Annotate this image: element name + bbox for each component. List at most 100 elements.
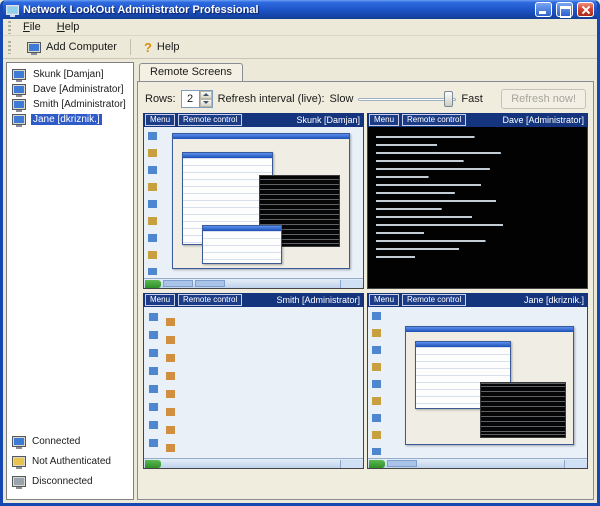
status-icon-screen [14, 438, 24, 445]
mini-window-body [203, 231, 282, 262]
screen-computer-name: Smith [Administrator] [276, 295, 362, 305]
screen-menu-button[interactable]: Menu [369, 294, 399, 306]
slow-label: Slow [330, 93, 354, 105]
screen-menu-button[interactable]: Menu [369, 114, 399, 126]
mini-desktop-icons [372, 312, 381, 455]
refresh-interval-label: Refresh interval (live): [218, 93, 325, 105]
toolbar-separator [130, 39, 131, 55]
computer-tree-panel: Skunk [Damjan] Dave [Administrator] Smit… [6, 62, 134, 500]
remote-screen-thumbnail[interactable] [143, 127, 364, 289]
tree-item-dave[interactable]: Dave [Administrator] [10, 82, 130, 97]
computer-icon-screen [14, 116, 24, 123]
legend-not-authenticated: Not Authenticated [12, 456, 128, 467]
screen-menu-button[interactable]: Menu [145, 114, 175, 126]
remote-control-button[interactable]: Remote control [402, 294, 466, 306]
app-icon [6, 5, 19, 15]
screen-computer-name: Skunk [Damjan] [296, 115, 362, 125]
remote-screen-smith: Menu Remote control Smith [Administrator… [143, 293, 364, 469]
tab-remote-screens[interactable]: Remote Screens [139, 63, 243, 81]
minimize-button[interactable] [535, 2, 552, 17]
mini-start-button [369, 460, 385, 468]
legend-connected: Connected [12, 436, 128, 447]
title-bar: Network LookOut Administrator Profession… [3, 0, 597, 19]
spinner-up-button[interactable] [200, 91, 212, 99]
tab-strip: Remote Screens [137, 62, 594, 81]
mini-window-body [406, 332, 573, 444]
rows-value: 2 [182, 91, 199, 107]
add-computer-button[interactable]: Add Computer [21, 39, 123, 55]
computer-icon-screen [14, 86, 24, 93]
maximize-button[interactable] [556, 2, 573, 17]
legend-label: Not Authenticated [32, 456, 111, 467]
disconnected-status-icon [12, 476, 26, 487]
remote-screen-thumbnail[interactable] [367, 127, 588, 289]
not-authenticated-status-icon [12, 456, 26, 467]
menu-bar: File Help [3, 19, 597, 36]
remote-screen-skunk: Menu Remote control Skunk [Damjan] [143, 113, 364, 289]
mini-start-button [145, 280, 161, 288]
help-icon: ? [144, 41, 152, 54]
mini-window-body [173, 139, 348, 267]
refresh-now-button[interactable]: Refresh now! [501, 89, 586, 109]
mini-taskbar [368, 458, 587, 468]
remote-control-button[interactable]: Remote control [178, 114, 242, 126]
refresh-interval-slider[interactable] [358, 90, 456, 108]
tree-item-jane[interactable]: Jane [dkriznik.] [10, 112, 130, 127]
remote-screen-thumbnail[interactable] [367, 307, 588, 469]
remote-screens-panel: Rows: 2 Refresh interval (live): Slow [137, 81, 594, 500]
rows-spinner[interactable]: 2 [181, 90, 213, 108]
status-legend: Connected Not Authenticated Disconnected [10, 436, 130, 495]
mini-taskbar [144, 458, 363, 468]
remote-screen-thumbnail[interactable] [143, 307, 364, 469]
remote-control-button[interactable]: Remote control [178, 294, 242, 306]
computer-icon-screen [14, 101, 24, 108]
mini-window [202, 225, 283, 263]
computer-icon [12, 114, 26, 125]
screen-header: Menu Remote control Dave [Administrator] [367, 113, 588, 127]
screens-grid: Menu Remote control Skunk [Damjan] [142, 112, 589, 470]
spinner-buttons [199, 91, 212, 107]
mini-desktop-icons [148, 132, 157, 275]
connected-status-icon [12, 436, 26, 447]
toolbar: Add Computer ? Help [3, 36, 597, 59]
controls-bar: Rows: 2 Refresh interval (live): Slow [142, 85, 589, 112]
screen-computer-name: Dave [Administrator] [502, 115, 586, 125]
screen-header: Menu Remote control Jane [dkriznik.] [367, 293, 588, 307]
computer-icon [12, 69, 26, 80]
computer-icon-screen [29, 44, 39, 51]
mini-window [405, 326, 574, 445]
menubar-grip-handle [8, 21, 11, 34]
main-panel: Remote Screens Rows: 2 Refresh interval … [137, 62, 594, 500]
close-button[interactable] [577, 2, 594, 17]
arrow-down-icon [203, 101, 209, 104]
rows-label: Rows: [145, 93, 176, 105]
tree-item-skunk[interactable]: Skunk [Damjan] [10, 67, 130, 82]
legend-label: Connected [32, 436, 80, 447]
mini-start-button [145, 460, 161, 468]
tree-item-smith[interactable]: Smith [Administrator] [10, 97, 130, 112]
menu-help[interactable]: Help [50, 20, 87, 34]
screen-menu-button[interactable]: Menu [145, 294, 175, 306]
mini-system-tray [340, 280, 362, 288]
remote-control-button[interactable]: Remote control [402, 114, 466, 126]
spinner-down-button[interactable] [200, 99, 212, 107]
mini-task-button [195, 280, 225, 287]
menu-file[interactable]: File [16, 20, 48, 34]
content-area: Skunk [Damjan] Dave [Administrator] Smit… [3, 59, 597, 503]
remote-screen-dave: Menu Remote control Dave [Administrator] [367, 113, 588, 289]
computer-icon [12, 99, 26, 110]
mini-task-button [387, 460, 417, 467]
slider-track [358, 98, 456, 101]
computer-name: Jane [dkriznik.] [31, 114, 102, 125]
computer-name: Skunk [Damjan] [31, 69, 106, 80]
slider-thumb[interactable] [444, 91, 453, 107]
computer-icon [12, 84, 26, 95]
toolbar-grip-handle [8, 41, 11, 54]
mini-terminal-window [480, 382, 567, 438]
mini-desktop-icons [149, 313, 179, 454]
window-title: Network LookOut Administrator Profession… [23, 4, 531, 16]
help-label: Help [157, 41, 180, 53]
computer-name: Dave [Administrator] [31, 84, 126, 95]
help-button[interactable]: ? Help [138, 39, 186, 56]
add-computer-label: Add Computer [46, 41, 117, 53]
